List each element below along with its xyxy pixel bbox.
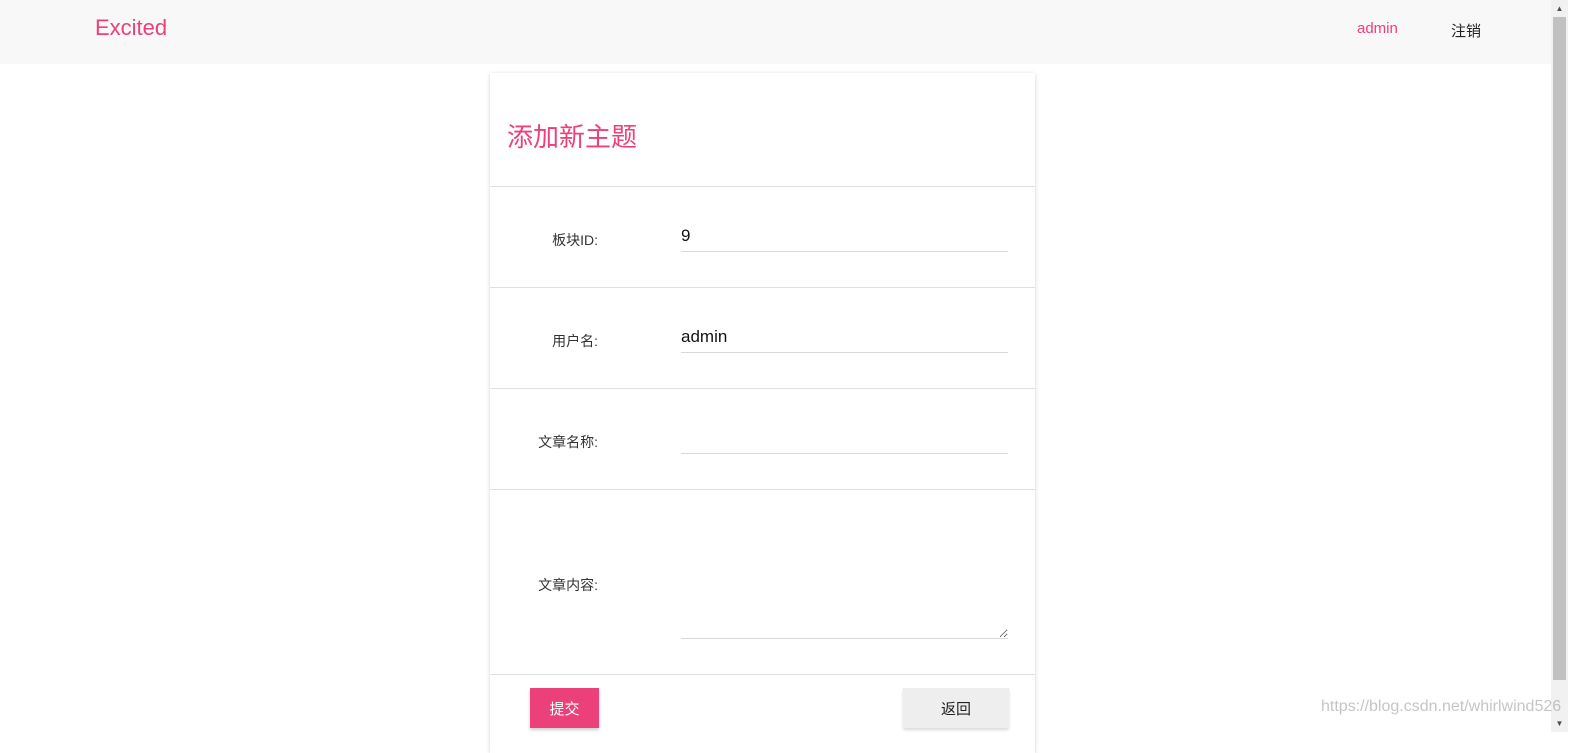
submit-button[interactable]: 提交 bbox=[530, 688, 599, 728]
article-content-label: 文章内容: bbox=[538, 577, 598, 593]
scrollbar-thumb[interactable] bbox=[1553, 17, 1566, 680]
nav-user-link[interactable]: admin bbox=[1357, 20, 1398, 37]
new-topic-card: 添加新主题 板块ID: 用户名: 文章名称: 文章内容: 提交 返回 bbox=[490, 73, 1035, 753]
article-title-label: 文章名称: bbox=[538, 434, 598, 450]
form-row-article-content: 文章内容: bbox=[490, 490, 1035, 675]
card-header: 添加新主题 bbox=[490, 73, 1035, 187]
nav-logout-link[interactable]: 注销 bbox=[1451, 20, 1481, 41]
chevron-down-icon[interactable]: ▼ bbox=[1551, 715, 1568, 732]
blog-watermark: https://blog.csdn.net/whirlwind526 bbox=[1321, 698, 1562, 715]
username-label: 用户名: bbox=[552, 333, 598, 349]
board-id-label: 板块ID: bbox=[552, 232, 598, 248]
brand-logo-link[interactable]: Excited bbox=[95, 15, 167, 41]
form-row-board-id: 板块ID: bbox=[490, 187, 1035, 288]
top-navbar: Excited admin 注销 bbox=[0, 0, 1566, 64]
chevron-up-icon[interactable]: ▲ bbox=[1551, 0, 1568, 17]
page-scrollbar[interactable]: ▲ ▼ bbox=[1551, 0, 1568, 732]
back-button[interactable]: 返回 bbox=[903, 688, 1009, 728]
page-title: 添加新主题 bbox=[507, 122, 638, 152]
article-title-input[interactable] bbox=[681, 423, 1008, 454]
username-input[interactable] bbox=[681, 322, 1008, 353]
article-content-textarea[interactable] bbox=[681, 598, 1008, 639]
board-id-input[interactable] bbox=[681, 221, 1008, 252]
form-row-article-title: 文章名称: bbox=[490, 389, 1035, 490]
form-row-username: 用户名: bbox=[490, 288, 1035, 389]
